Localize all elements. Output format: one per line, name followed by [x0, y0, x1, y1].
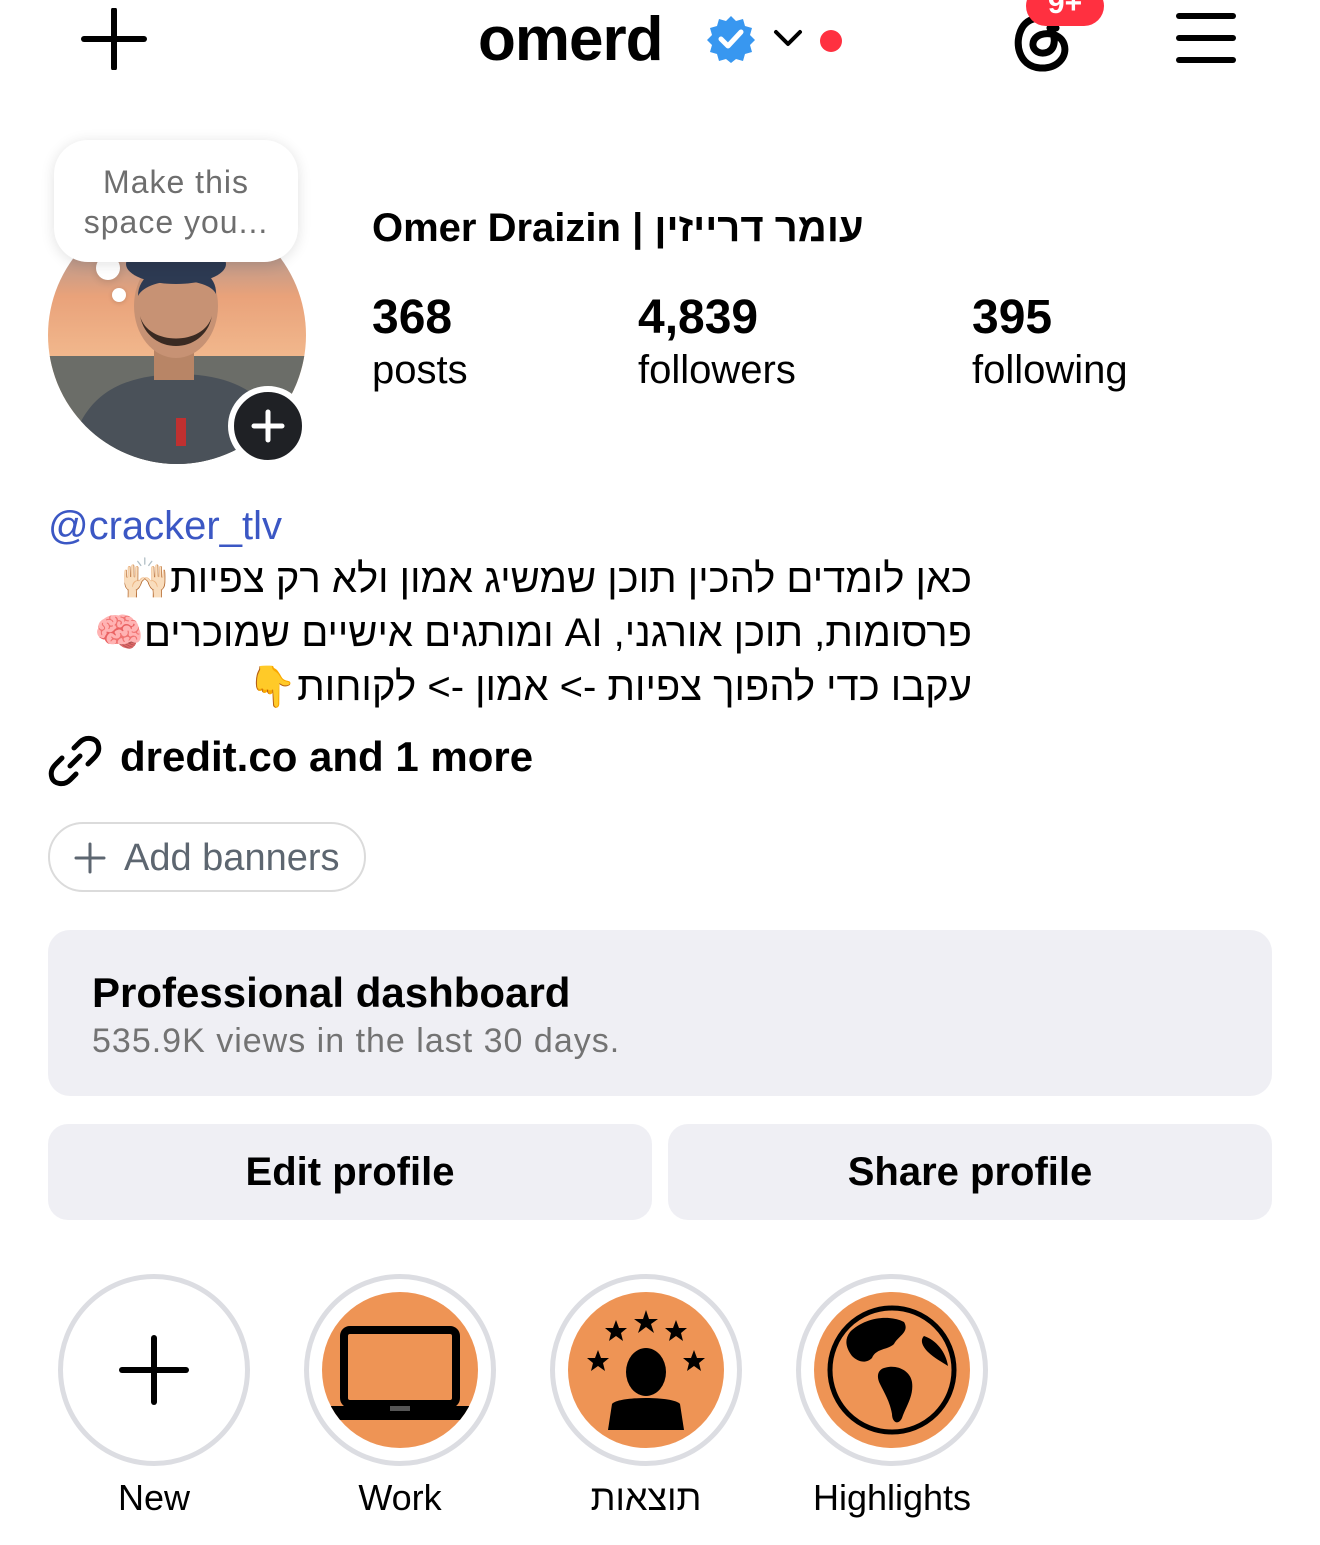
- stat-value: 368: [372, 291, 453, 344]
- note-bubble[interactable]: Make this space you...: [54, 140, 298, 262]
- highlight-work[interactable]: Work: [304, 1274, 496, 1524]
- threads-handle-link[interactable]: @cracker_tlv: [48, 502, 282, 550]
- share-profile-button[interactable]: Share profile: [668, 1124, 1272, 1220]
- unread-dot: [820, 30, 842, 52]
- plus-icon: [119, 1335, 189, 1405]
- highlight-cover: [814, 1292, 970, 1448]
- profile-full-name: Omer Draizin | עומר דרייזין: [372, 206, 864, 250]
- plus-icon: [74, 842, 106, 874]
- bio-line: עקבו כדי להפוך צפיות -> אמון -> לקוחות👇: [48, 660, 972, 714]
- highlight-highlights[interactable]: Highlights: [796, 1274, 988, 1524]
- person-stars-icon: [568, 1292, 724, 1448]
- note-bubble-tail: [112, 288, 126, 302]
- stat-value: 4,839: [638, 291, 759, 344]
- bio-emoji: 🧠: [94, 611, 144, 655]
- highlight-cover: [322, 1292, 478, 1448]
- highlight-new[interactable]: New: [58, 1274, 250, 1524]
- stat-posts[interactable]: 368 posts: [372, 290, 468, 394]
- add-banners-button[interactable]: Add banners: [48, 822, 366, 892]
- stat-following[interactable]: 395 following: [972, 290, 1128, 394]
- verified-badge-icon: [707, 16, 755, 63]
- account-username[interactable]: omerd: [478, 2, 663, 78]
- stat-label: posts: [372, 348, 468, 392]
- bio-text: כאן לומדים להכין תוכן שמשיג אמון ולא רק …: [170, 557, 972, 601]
- add-banners-label: Add banners: [124, 837, 340, 879]
- link-icon: [48, 735, 102, 787]
- highlight-label: Highlights: [812, 1477, 972, 1518]
- highlight-label: תוצאות: [590, 1477, 702, 1518]
- stat-value: 395: [972, 291, 1053, 344]
- bio-text: עקבו כדי להפוך צפיות -> אמון -> לקוחות: [297, 665, 972, 709]
- stat-label: following: [972, 348, 1128, 392]
- bio-emoji: 🙌🏻: [120, 557, 171, 601]
- highlight-cover: [568, 1292, 724, 1448]
- bio-line: כאן לומדים להכין תוכן שמשיג אמון ולא רק …: [48, 552, 972, 606]
- highlight-results[interactable]: תוצאות: [550, 1274, 742, 1524]
- bio-links-text[interactable]: dredit.co and 1 more: [120, 730, 533, 784]
- highlight-label: Work: [358, 1477, 442, 1518]
- add-story-button[interactable]: [228, 386, 308, 466]
- create-plus-icon[interactable]: [80, 8, 148, 70]
- plus-icon: [251, 409, 285, 443]
- globe-icon: [814, 1292, 970, 1448]
- chevron-down-icon[interactable]: [772, 26, 804, 50]
- notification-badge: 9+: [1026, 0, 1104, 26]
- bio-text: פרסומות, תוכן אורגני, AI ומותגים אישיים …: [143, 611, 972, 655]
- menu-icon[interactable]: [1176, 12, 1236, 64]
- dashboard-subtitle: 535.9K views in the last 30 days.: [92, 1022, 621, 1060]
- highlight-label: New: [117, 1477, 191, 1518]
- professional-dashboard-card[interactable]: Professional dashboard 535.9K views in t…: [48, 930, 1272, 1096]
- bio-line: פרסומות, תוכן אורגני, AI ומותגים אישיים …: [48, 606, 972, 660]
- stat-followers[interactable]: 4,839 followers: [638, 290, 796, 394]
- edit-profile-button[interactable]: Edit profile: [48, 1124, 652, 1220]
- laptop-icon: [322, 1292, 478, 1448]
- dashboard-title: Professional dashboard: [92, 969, 571, 1016]
- stat-label: followers: [638, 348, 796, 392]
- bio-emoji: 👇: [247, 665, 298, 709]
